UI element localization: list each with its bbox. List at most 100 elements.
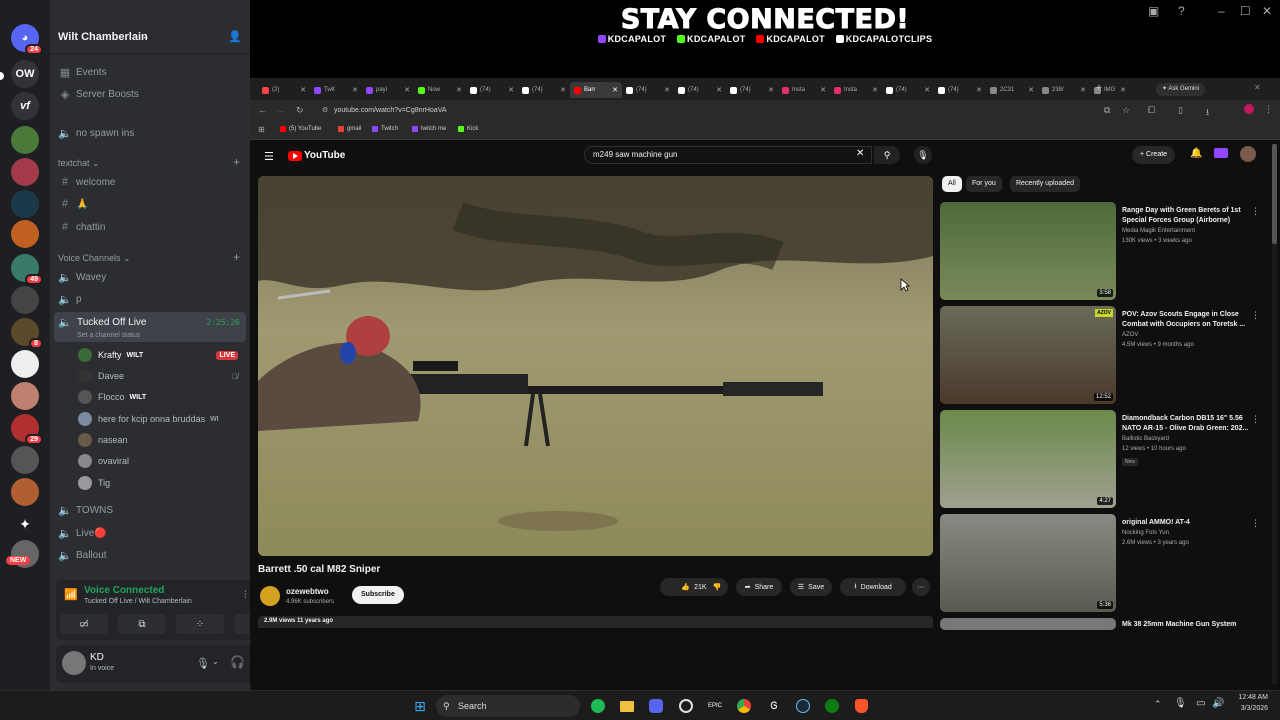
close-tab-icon[interactable]: ✕ — [924, 86, 930, 94]
channel-no-spawn-ins[interactable]: 🔈 no spawn ins — [58, 123, 242, 143]
recommended-channel[interactable]: Ballistic Backyard — [1122, 436, 1169, 442]
channel-welcome[interactable]: # welcome — [58, 172, 242, 192]
recommended-channel[interactable]: AZOV — [1122, 332, 1138, 338]
close-tab-icon[interactable]: ✕ — [872, 86, 878, 94]
url-field[interactable]: ⚙ youtube.com/watch?v=Cg8nrHoaVA — [320, 104, 1100, 118]
bookmark-gmail[interactable]: gmail — [338, 126, 361, 132]
channel-status[interactable]: Set a channel status — [77, 332, 140, 339]
video-thumbnail[interactable] — [940, 618, 1116, 630]
voice-user[interactable]: Tig — [78, 474, 244, 492]
close-tab-icon[interactable]: ✕ — [352, 86, 358, 94]
close-tab-icon[interactable]: ✕ — [612, 86, 618, 94]
download-button[interactable]: ⭳ Download — [840, 578, 906, 596]
microphone-icon[interactable]: 🎙 — [1174, 698, 1187, 709]
voice-channel-live[interactable]: 🔈 Live🔴 — [58, 523, 242, 543]
browser-tab[interactable]: (74) ✕ — [622, 82, 674, 98]
voice-channel-wavey[interactable]: 🔈 Wavey — [58, 267, 242, 287]
voice-user[interactable]: ovaviral — [78, 452, 244, 470]
browser-tab[interactable]: (74) ✕ — [726, 82, 778, 98]
browser-tab[interactable]: (74) ✕ — [674, 82, 726, 98]
server-icon[interactable] — [11, 446, 39, 474]
save-button[interactable]: ☰ Save — [790, 578, 832, 596]
server-icon[interactable]: 29 — [11, 414, 43, 445]
chip-for-you[interactable]: For you — [966, 176, 1002, 192]
gaming-app-icon[interactable]: Ꮆ — [764, 696, 784, 716]
window-close-icon[interactable]: ✕ — [1254, 83, 1261, 92]
browser-tab[interactable]: Insta ✕ — [830, 82, 882, 98]
search-input[interactable]: m249 saw machine gun — [584, 146, 872, 164]
search-button[interactable]: ⚲ — [874, 146, 900, 164]
file-explorer-icon[interactable] — [617, 696, 637, 716]
camera-off-button[interactable]: ▭̸ — [60, 614, 108, 634]
recommended-video[interactable]: Mk 38 25mm Machine Gun System — [940, 618, 1280, 630]
voice-user[interactable]: Davee 🎙̸ — [78, 367, 244, 385]
close-tab-icon[interactable]: ✕ — [976, 86, 982, 94]
close-tab-icon[interactable]: ✕ — [768, 86, 774, 94]
install-icon[interactable]: ⧉ — [1104, 105, 1110, 116]
server-icon[interactable]: 49 — [11, 254, 43, 285]
microphone-icon[interactable]: 🎙 — [196, 657, 210, 670]
channel-prayer[interactable]: # 🙏 — [58, 194, 242, 214]
start-button[interactable]: ⊞ — [410, 696, 430, 716]
browser-tab[interactable]: Insta ✕ — [778, 82, 830, 98]
avatar[interactable] — [62, 651, 86, 675]
network-icon[interactable]: ▭ — [1196, 698, 1205, 709]
apps-grid-icon[interactable]: ⊞ — [258, 125, 265, 134]
maximize-icon[interactable]: ☐ — [1240, 4, 1251, 18]
voice-search-button[interactable]: 🎙 — [914, 146, 932, 164]
spotify-app-icon[interactable] — [588, 696, 608, 716]
browser-tab[interactable]: Now ✕ — [414, 82, 466, 98]
browser-tab[interactable]: (74) ✕ — [466, 82, 518, 98]
noise-suppression-icon[interactable]: ⫶ — [244, 590, 247, 601]
server-icon[interactable] — [11, 350, 39, 378]
back-icon[interactable]: ← — [258, 105, 267, 115]
clock-date[interactable]: 3/3/2026 — [1230, 705, 1268, 712]
video-thumbnail[interactable]: AZOV 12:52 — [940, 306, 1116, 404]
video-player[interactable] — [258, 176, 933, 556]
close-tab-icon[interactable]: ✕ — [1080, 86, 1086, 94]
browser-tab[interactable]: (74) ✕ — [882, 82, 934, 98]
sidebar-icon[interactable]: ▯ — [1178, 105, 1183, 116]
notifications-bell-icon[interactable]: 🔔 — [1190, 148, 1202, 159]
dislike-button[interactable]: 👎 — [706, 578, 728, 596]
close-tab-icon[interactable]: ✕ — [456, 86, 462, 94]
chip-all[interactable]: All — [942, 176, 962, 192]
server-icon[interactable] — [11, 126, 39, 154]
share-button[interactable]: ➦ Share — [736, 578, 782, 596]
chip-recently-uploaded[interactable]: Recently uploaded — [1010, 176, 1080, 192]
bookmark-youtube[interactable]: (5) YouTube — [280, 126, 321, 132]
voice-channel-p[interactable]: 🔈 p — [58, 289, 242, 309]
help-icon[interactable]: ? — [1178, 4, 1185, 18]
more-actions-button[interactable]: ⋯ — [912, 578, 930, 596]
recommended-title[interactable]: Mk 38 25mm Machine Gun System — [1122, 620, 1252, 630]
browser-tab-active[interactable]: Barr ✕ — [570, 82, 622, 98]
chrome-app-icon[interactable] — [734, 696, 754, 716]
account-avatar[interactable] — [1240, 146, 1256, 162]
steam-app-icon[interactable] — [793, 696, 813, 716]
category-voice-channels[interactable]: Voice Channels ⌄ — [58, 253, 131, 264]
voice-location[interactable]: Tucked Off Live / Wilt Chamberlain — [84, 598, 192, 605]
ask-gemini-button[interactable]: ✦ Ask Gemini — [1156, 83, 1206, 96]
taskbar-search[interactable]: ⚲ Search — [436, 695, 580, 717]
recommended-title[interactable]: Diamondback Carbon DB15 16" 5.56 NATO AR… — [1122, 414, 1252, 434]
close-tab-icon[interactable]: ✕ — [664, 86, 670, 94]
browser-tab[interactable]: 238/✕ — [1038, 82, 1090, 98]
channel-avatar[interactable] — [260, 586, 280, 606]
server-vf[interactable]: vf — [11, 92, 39, 120]
bookmark-twitch[interactable]: Twitch — [372, 126, 398, 132]
browser-tab[interactable]: payl ✕ — [362, 82, 414, 98]
headphones-icon[interactable]: 🎧 — [230, 655, 245, 669]
guild-header[interactable]: Wilt Chamberlain ⌄ 👤 — [50, 24, 250, 54]
server-icon[interactable] — [11, 286, 39, 314]
subscribe-button[interactable]: Subscribe — [352, 586, 404, 604]
discord-app-icon[interactable] — [646, 696, 666, 716]
hamburger-menu-icon[interactable]: ☰ — [264, 150, 274, 163]
menu-kebab-icon[interactable]: ⋮ — [1264, 104, 1273, 115]
download-icon[interactable]: ⭳ — [1206, 105, 1209, 121]
server-icon[interactable] — [11, 190, 39, 218]
recommended-video[interactable]: AZOV 12:52 POV: Azov Scouts Engage in Clo… — [940, 306, 1280, 406]
category-textchat[interactable]: textchat ⌄ — [58, 158, 100, 169]
bookmark-twitch-me[interactable]: twitch me — [412, 126, 446, 132]
minimize-icon[interactable]: – — [1218, 4, 1225, 18]
recommended-video[interactable]: 4:27 Diamondback Carbon DB15 16" 5.56 NA… — [940, 410, 1280, 510]
